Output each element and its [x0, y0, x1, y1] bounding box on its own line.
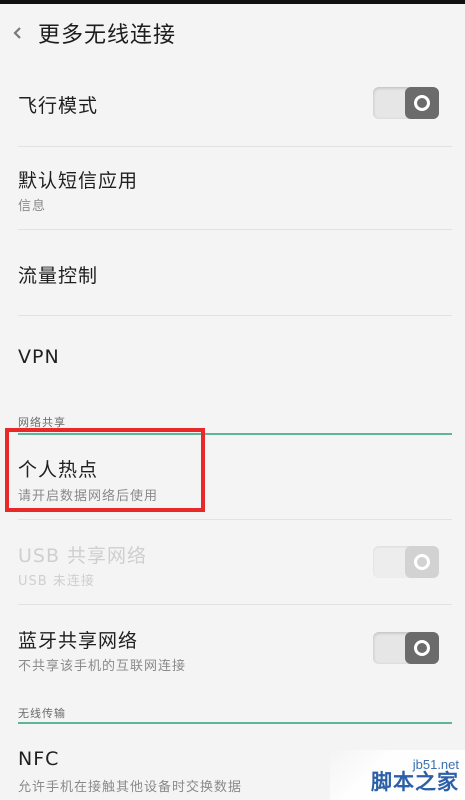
traffic-control-label: 流量控制: [18, 265, 99, 287]
usb-tethering-row: USB 共享网络 USB 未连接: [0, 520, 465, 604]
default-sms-row[interactable]: 默认短信应用 信息: [0, 147, 465, 229]
usb-tethering-status: USB 未连接: [18, 574, 95, 589]
header: 更多无线连接: [0, 4, 465, 62]
usb-tethering-label: USB 共享网络: [18, 545, 148, 567]
back-button[interactable]: [0, 4, 38, 62]
default-sms-value: 信息: [18, 199, 47, 214]
bluetooth-tethering-status: 不共享该手机的互联网连接: [18, 659, 187, 674]
usb-tethering-toggle: [373, 546, 439, 578]
toggle-knob: [405, 632, 439, 664]
traffic-control-row[interactable]: 流量控制: [0, 230, 465, 315]
chevron-left-icon: [13, 27, 21, 39]
bluetooth-tethering-label: 蓝牙共享网络: [18, 630, 139, 652]
bluetooth-tethering-row[interactable]: 蓝牙共享网络 不共享该手机的互联网连接: [0, 605, 465, 687]
vpn-row[interactable]: VPN: [0, 316, 465, 400]
toggle-knob: [405, 546, 439, 578]
airplane-mode-toggle[interactable]: [373, 87, 439, 119]
section-header-wireless-transfer: 无线传输: [18, 707, 66, 720]
toggle-knob: [405, 87, 439, 119]
watermark-logo-text: 脚本之家: [371, 770, 459, 794]
airplane-mode-row[interactable]: 飞行模式: [0, 62, 465, 146]
highlight-annotation: [5, 428, 205, 512]
default-sms-label: 默认短信应用: [18, 170, 139, 192]
bluetooth-tethering-toggle[interactable]: [373, 632, 439, 664]
page-title: 更多无线连接: [38, 23, 177, 48]
vpn-label: VPN: [18, 346, 60, 368]
nfc-label: NFC: [18, 748, 60, 770]
airplane-mode-label: 飞行模式: [18, 95, 99, 117]
nfc-description: 允许手机在接触其他设备时交换数据: [18, 780, 243, 795]
